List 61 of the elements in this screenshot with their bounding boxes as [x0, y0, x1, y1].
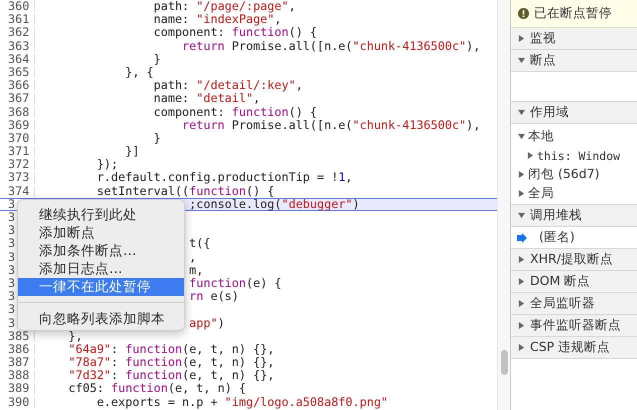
section-header[interactable]: 监视 [511, 28, 637, 50]
code-line: "78a7": function(e, t, n) {}, [68, 357, 274, 368]
section-header[interactable]: XHR/提取断点 [511, 249, 637, 271]
code-line: m, [189, 264, 204, 276]
code-line: component: function() { [154, 106, 318, 118]
code-line: cf05: function(e, t, n) { [68, 383, 246, 395]
code-line: , [189, 252, 196, 263]
section-header[interactable]: 事件监听器断点 [511, 315, 637, 337]
collapsed-triangle-icon [518, 300, 525, 307]
code-line: return Promise.all([n.e("chunk-4136500c"), [182, 40, 480, 52]
section-header[interactable]: DOM 断点 [511, 271, 637, 293]
code-line: path: "/page/:page", [154, 1, 296, 12]
menu-item[interactable]: 一律不在此处暂停 [18, 278, 184, 296]
collapsed-triangle-icon [518, 256, 525, 263]
section-header[interactable]: 断点 [511, 50, 637, 72]
section-header[interactable]: 作用域 [511, 102, 637, 124]
collapsed-triangle-icon [518, 278, 525, 285]
code-line: path: "/detail/:key", [154, 80, 303, 92]
code-line: t({ [189, 238, 210, 250]
collapsed-triangle-icon[interactable] [527, 152, 534, 159]
menu-item[interactable]: 向忽略列表添加脚本 [18, 302, 184, 328]
code-line: }); [96, 159, 118, 170]
code-line: return Promise.all([n.e("chunk-4136500c"), [182, 120, 480, 131]
code-line: } [154, 132, 161, 144]
scope-item[interactable]: 本地 [528, 128, 554, 145]
code-line: name: "indexPage", [154, 14, 282, 26]
info-icon [518, 8, 529, 19]
expanded-triangle-icon [518, 212, 525, 219]
expanded-triangle-icon [518, 57, 525, 64]
collapsed-triangle-icon[interactable] [518, 190, 525, 197]
code-line: function(e) { [189, 278, 282, 290]
code-line: }] [125, 146, 140, 158]
code-line: rn e(s) [189, 291, 239, 302]
call-frame[interactable]: (匿名) [539, 229, 575, 246]
code-line: e.exports = n.p + "img/logo.a508a8f0.png" [96, 396, 388, 408]
collapsed-triangle-icon [518, 322, 525, 329]
section-header[interactable]: 全局监听器 [511, 293, 637, 315]
scope-item[interactable]: 全局 [528, 185, 554, 202]
code-line: r.default.config.productionTip = !1, [96, 172, 353, 184]
collapsed-triangle-icon [518, 344, 525, 351]
section-header[interactable]: 调用堆栈 [511, 205, 637, 227]
section-header[interactable]: CSP 违规断点 [511, 337, 637, 359]
code-line: ;console.log("debugger") [189, 198, 360, 210]
expanded-triangle-icon [518, 109, 525, 116]
pause-message: 已在断点暂停 [534, 5, 612, 22]
code-line: "64a9": function(e, t, n) {}, [68, 344, 274, 356]
code-line: } [154, 54, 161, 65]
collapsed-triangle-icon [518, 35, 525, 42]
scrollbar-track[interactable] [497, 0, 510, 410]
code-line: component: function() { [154, 27, 318, 39]
scrollbar-thumb[interactable] [501, 350, 508, 375]
scope-item[interactable]: 闭包 (56d7) [528, 166, 600, 183]
scope-item[interactable]: this: Window [537, 148, 620, 162]
code-line: }, [68, 330, 83, 342]
expanded-triangle-icon[interactable] [518, 133, 525, 140]
collapsed-triangle-icon[interactable] [518, 171, 525, 178]
code-line: setInterval((function() { [96, 186, 274, 197]
code-line: "7d32": function(e, t, n) {}, [68, 370, 274, 382]
code-line: name: "detail", [154, 93, 260, 104]
code-line: app") [189, 318, 225, 329]
code-line: }, { [125, 66, 154, 78]
